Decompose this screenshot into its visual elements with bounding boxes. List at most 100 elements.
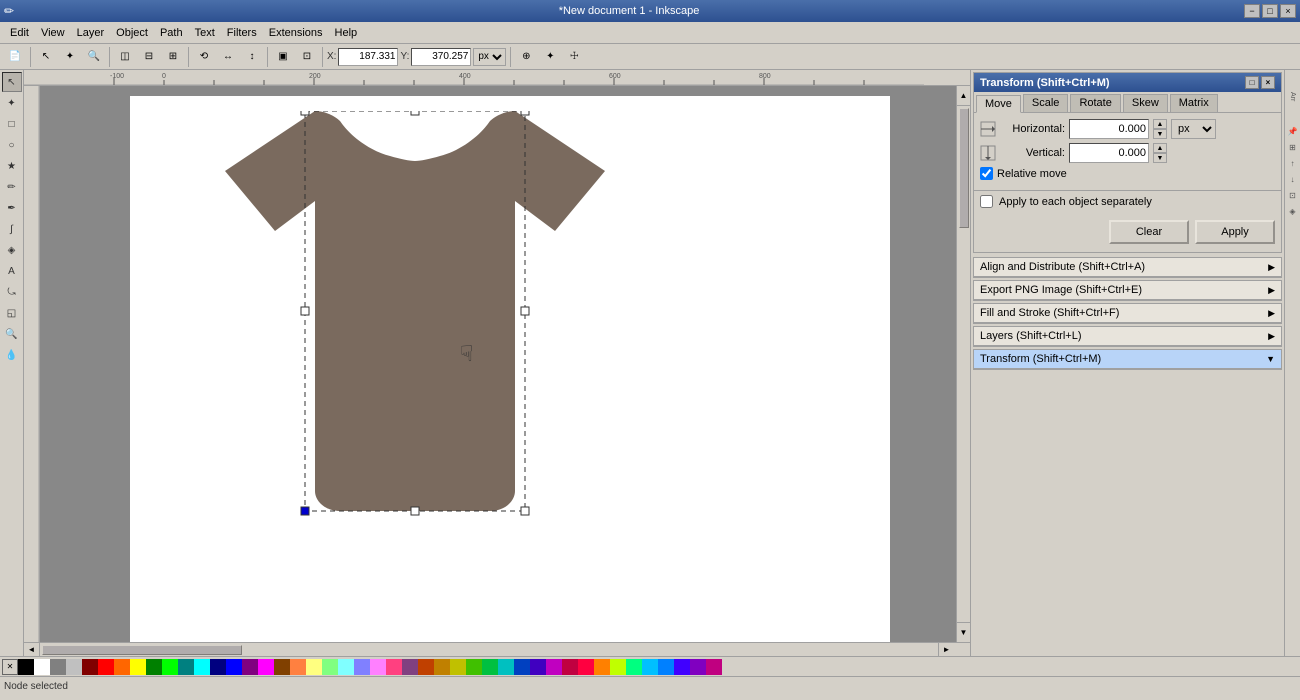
cursor-btn[interactable]: ☩ [563, 46, 585, 68]
color-swatch[interactable] [274, 659, 290, 675]
panel-header-4[interactable]: Transform (Shift+Ctrl+M) ▼ [974, 350, 1281, 369]
horizontal-down[interactable]: ▼ [1153, 129, 1167, 139]
color-swatch[interactable] [402, 659, 418, 675]
menu-layer[interactable]: Layer [71, 25, 111, 41]
color-swatch[interactable] [386, 659, 402, 675]
vertical-down[interactable]: ▼ [1153, 153, 1167, 163]
menu-extensions[interactable]: Extensions [263, 25, 329, 41]
color-swatch[interactable] [146, 659, 162, 675]
color-swatch[interactable] [642, 659, 658, 675]
coord-y-input[interactable] [411, 48, 471, 66]
color-swatch[interactable] [658, 659, 674, 675]
color-swatch[interactable] [194, 659, 210, 675]
tab-rotate[interactable]: Rotate [1070, 94, 1120, 112]
color-swatch[interactable] [482, 659, 498, 675]
color-swatch[interactable] [114, 659, 130, 675]
horizontal-scrollbar[interactable]: ◄ ► [24, 642, 970, 656]
calligraphy-tool[interactable]: ∫ [2, 219, 22, 239]
color-swatch[interactable] [290, 659, 306, 675]
color-swatch[interactable] [338, 659, 354, 675]
menu-filters[interactable]: Filters [221, 25, 263, 41]
align-center[interactable]: ⊟ [138, 46, 160, 68]
menu-help[interactable]: Help [329, 25, 364, 41]
paint-bucket[interactable]: ◈ [2, 240, 22, 260]
color-swatch[interactable] [178, 659, 194, 675]
vertical-scrollbar[interactable]: ▲ ▼ [956, 86, 970, 642]
color-swatch[interactable] [450, 659, 466, 675]
scroll-down-button[interactable]: ▼ [957, 622, 970, 642]
connector-tool[interactable]: ⤿ [2, 282, 22, 302]
color-swatch[interactable] [674, 659, 690, 675]
right-btn5[interactable]: ◈ [1286, 204, 1300, 218]
zoom-tool[interactable]: 🔍 [83, 46, 105, 68]
pen-tool[interactable]: ✒ [2, 198, 22, 218]
tab-skew[interactable]: Skew [1123, 94, 1168, 112]
panel-header-0[interactable]: Align and Distribute (Shift+Ctrl+A) ▶ [974, 258, 1281, 277]
menu-text[interactable]: Text [189, 25, 221, 41]
flip-h[interactable]: ↔ [217, 46, 239, 68]
right-btn3[interactable]: ↓ [1286, 172, 1300, 186]
selector-tool[interactable]: ↖ [2, 72, 22, 92]
tab-scale[interactable]: Scale [1023, 94, 1069, 112]
color-swatch[interactable] [434, 659, 450, 675]
align-left-top[interactable]: ◫ [114, 46, 136, 68]
color-swatch[interactable] [258, 659, 274, 675]
panel-header-1[interactable]: Export PNG Image (Shift+Ctrl+E) ▶ [974, 281, 1281, 300]
color-swatch[interactable] [498, 659, 514, 675]
menu-object[interactable]: Object [110, 25, 154, 41]
color-swatch[interactable] [546, 659, 562, 675]
color-swatch[interactable] [210, 659, 226, 675]
tshirt-canvas[interactable]: ☟ [225, 111, 605, 544]
color-swatch[interactable] [690, 659, 706, 675]
scroll-right-button[interactable]: ► [938, 643, 954, 657]
vertical-up[interactable]: ▲ [1153, 143, 1167, 153]
color-swatch[interactable] [466, 659, 482, 675]
apply-each-checkbox[interactable] [980, 195, 993, 208]
color-swatch[interactable] [418, 659, 434, 675]
right-btn2[interactable]: ↑ [1286, 156, 1300, 170]
text-tool[interactable]: A [2, 261, 22, 281]
color-swatch[interactable] [18, 659, 34, 675]
color-swatch[interactable] [610, 659, 626, 675]
vertical-input[interactable] [1069, 143, 1149, 163]
color-swatch[interactable] [162, 659, 178, 675]
align-right-bottom[interactable]: ⊞ [162, 46, 184, 68]
color-swatch[interactable] [34, 659, 50, 675]
zoom-tool-left[interactable]: 🔍 [2, 324, 22, 344]
star-tool[interactable]: ★ [2, 156, 22, 176]
new-button[interactable]: 📄 [4, 46, 26, 68]
panel-header-2[interactable]: Fill and Stroke (Shift+Ctrl+F) ▶ [974, 304, 1281, 323]
apply-button[interactable]: Apply [1195, 220, 1275, 244]
scroll-up-button[interactable]: ▲ [957, 86, 970, 106]
color-swatch[interactable] [370, 659, 386, 675]
snap-btn[interactable]: ⊕ [515, 46, 537, 68]
color-swatch[interactable] [98, 659, 114, 675]
rect-tool[interactable]: □ [2, 114, 22, 134]
color-swatch[interactable] [306, 659, 322, 675]
relative-move-checkbox[interactable] [980, 167, 993, 180]
transform-tool[interactable]: ⟲ [193, 46, 215, 68]
scroll-left-button[interactable]: ◄ [24, 643, 40, 657]
dropper-tool[interactable]: 💧 [2, 345, 22, 365]
panel-header-3[interactable]: Layers (Shift+Ctrl+L) ▶ [974, 327, 1281, 346]
color-swatch[interactable] [626, 659, 642, 675]
no-fill-swatch[interactable]: ✕ [2, 659, 18, 675]
color-swatch[interactable] [530, 659, 546, 675]
gradient-tool[interactable]: ◱ [2, 303, 22, 323]
node-edit-tool[interactable]: ✦ [2, 93, 22, 113]
unit-select[interactable]: px [473, 48, 506, 66]
coord-x-input[interactable] [338, 48, 398, 66]
color-swatch[interactable] [66, 659, 82, 675]
select-tool[interactable]: ↖ [35, 46, 57, 68]
color-swatch[interactable] [322, 659, 338, 675]
node-tool[interactable]: ✦ [59, 46, 81, 68]
color-swatch[interactable] [706, 659, 722, 675]
menu-path[interactable]: Path [154, 25, 189, 41]
right-btn4[interactable]: ⊡ [1286, 188, 1300, 202]
color-swatch[interactable] [50, 659, 66, 675]
color-swatch[interactable] [562, 659, 578, 675]
horizontal-up[interactable]: ▲ [1153, 119, 1167, 129]
scroll-thumb-v[interactable] [959, 108, 969, 228]
color-swatch[interactable] [594, 659, 610, 675]
unit-dropdown[interactable]: px mm cm in [1171, 119, 1216, 139]
